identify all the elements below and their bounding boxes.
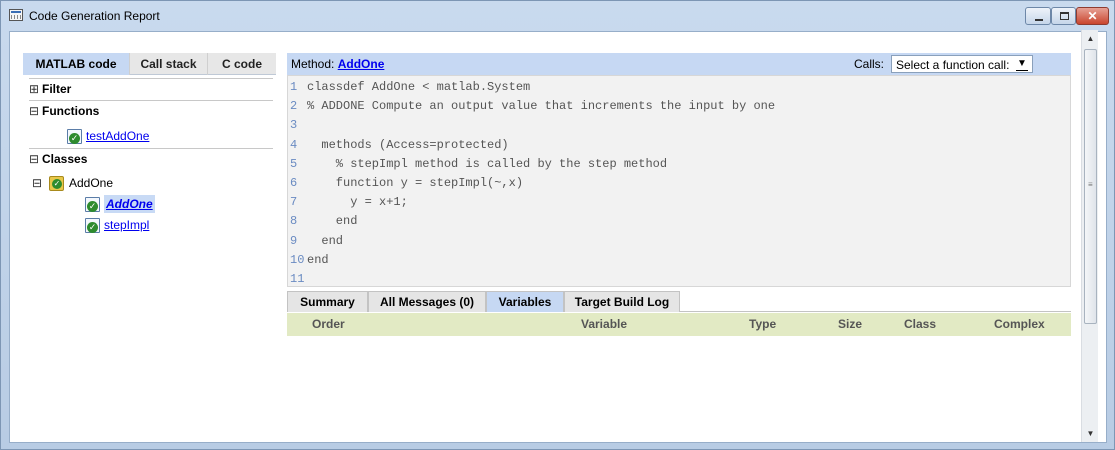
grip-icon: ≡ — [1088, 180, 1093, 189]
column-header-class[interactable]: Class — [904, 317, 936, 331]
functions-label: Functions — [42, 104, 100, 118]
tab-target-build-log[interactable]: Target Build Log — [564, 291, 680, 312]
classes-label: Classes — [42, 152, 88, 166]
window-title: Code Generation Report — [29, 9, 160, 23]
line-number: 11 — [290, 272, 305, 286]
class-folder-icon: ✓ — [49, 176, 64, 191]
collapse-icon[interactable]: ⊟ — [29, 149, 42, 169]
report-window-icon — [9, 9, 23, 21]
code-text: % stepImpl method is called by the step … — [307, 156, 668, 171]
expand-icon[interactable]: ⊞ — [29, 79, 42, 99]
title-bar[interactable]: Code Generation Report ✕ — [1, 1, 1114, 31]
code-text: end — [307, 233, 344, 248]
minimize-button[interactable] — [1025, 7, 1051, 25]
method-name-link[interactable]: AddOne — [338, 57, 385, 71]
collapse-icon[interactable]: ⊟ — [32, 174, 42, 192]
tab-summary[interactable]: Summary — [287, 291, 368, 312]
tab-c-code[interactable]: C code — [207, 53, 276, 75]
scroll-up-arrow-icon[interactable]: ▲ — [1082, 30, 1099, 47]
calls-label: Calls: — [854, 57, 885, 71]
classes-section[interactable]: ⊟ Classes — [29, 148, 273, 168]
filter-section[interactable]: ⊞ Filter — [29, 78, 273, 98]
variables-table-header: Order Variable Type Size Class Complex — [287, 313, 1071, 336]
line-number: 9 — [290, 233, 298, 248]
close-button[interactable]: ✕ — [1076, 7, 1109, 25]
code-editor[interactable]: 1 classdef AddOne < matlab.System 2 % ADDON… — [287, 75, 1071, 287]
column-header-order[interactable]: Order — [312, 317, 345, 331]
line-number: 5 — [290, 156, 298, 171]
calls-dropdown[interactable]: Select a function call: ▼ — [891, 55, 1033, 73]
line-number: 1 — [290, 80, 298, 94]
code-text: methods (Access=protected) — [307, 137, 509, 152]
right-panel: Method: AddOne Calls: Select a function … — [287, 50, 1071, 442]
line-number: 2 — [290, 99, 298, 114]
method-link-selected[interactable]: AddOne — [104, 195, 155, 213]
maximize-icon — [1060, 12, 1069, 20]
line-number: 3 — [290, 118, 298, 133]
scrollbar-thumb[interactable]: ≡ — [1084, 49, 1097, 324]
code-header: Method: AddOne Calls: Select a function … — [287, 53, 1071, 75]
dropdown-arrow-icon[interactable]: ▼ — [1016, 57, 1028, 71]
column-header-type[interactable]: Type — [749, 317, 776, 331]
bottom-tab-bar: Summary All Messages (0) Variables Targe… — [287, 291, 1071, 312]
functions-section[interactable]: ⊟ Functions — [29, 100, 273, 120]
left-panel: MATLAB code Call stack C code ⊞ Filter ⊟ F… — [23, 50, 276, 442]
calls-dropdown-value: Select a function call: — [896, 58, 1010, 72]
column-header-complex[interactable]: Complex — [994, 317, 1045, 331]
method-file-icon: ✓ — [85, 197, 100, 212]
code-text: function y = stepImpl(~,x) — [307, 176, 524, 190]
class-name: AddOne — [69, 176, 114, 190]
code-text: y = x+1; — [307, 195, 408, 210]
tab-variables[interactable]: Variables — [486, 291, 564, 312]
code-text: end — [307, 214, 358, 229]
collapse-icon[interactable]: ⊟ — [29, 101, 42, 121]
method-file-icon: ✓ — [85, 218, 100, 233]
tab-matlab-code[interactable]: MATLAB code — [23, 53, 129, 75]
function-link[interactable]: testAddOne — [86, 127, 149, 145]
left-tab-bar: MATLAB code Call stack C code — [23, 53, 276, 75]
tab-all-messages[interactable]: All Messages (0) — [368, 291, 486, 312]
code-text: end — [307, 252, 329, 267]
tab-call-stack[interactable]: Call stack — [129, 53, 207, 75]
filter-label: Filter — [42, 82, 72, 96]
column-header-variable[interactable]: Variable — [581, 317, 627, 331]
line-number: 8 — [290, 214, 298, 229]
minimize-icon — [1035, 19, 1043, 21]
function-file-icon: ✓ — [67, 129, 82, 144]
code-text: % ADDONE Compute an output value that in… — [307, 99, 776, 114]
method-label: Method: AddOne — [291, 57, 385, 71]
column-header-size[interactable]: Size — [838, 317, 862, 331]
close-icon: ✕ — [1087, 9, 1098, 23]
line-number: 10 — [290, 252, 305, 267]
scroll-down-arrow-icon[interactable]: ▼ — [1082, 425, 1099, 442]
line-number: 7 — [290, 195, 298, 210]
code-text: classdef AddOne < matlab.System — [307, 80, 531, 94]
vertical-scrollbar[interactable]: ▲ ≡ ▼ — [1081, 30, 1098, 442]
maximize-button[interactable] — [1051, 7, 1076, 25]
method-link[interactable]: stepImpl — [104, 216, 149, 234]
line-number: 6 — [290, 176, 298, 190]
line-number: 4 — [290, 137, 298, 152]
